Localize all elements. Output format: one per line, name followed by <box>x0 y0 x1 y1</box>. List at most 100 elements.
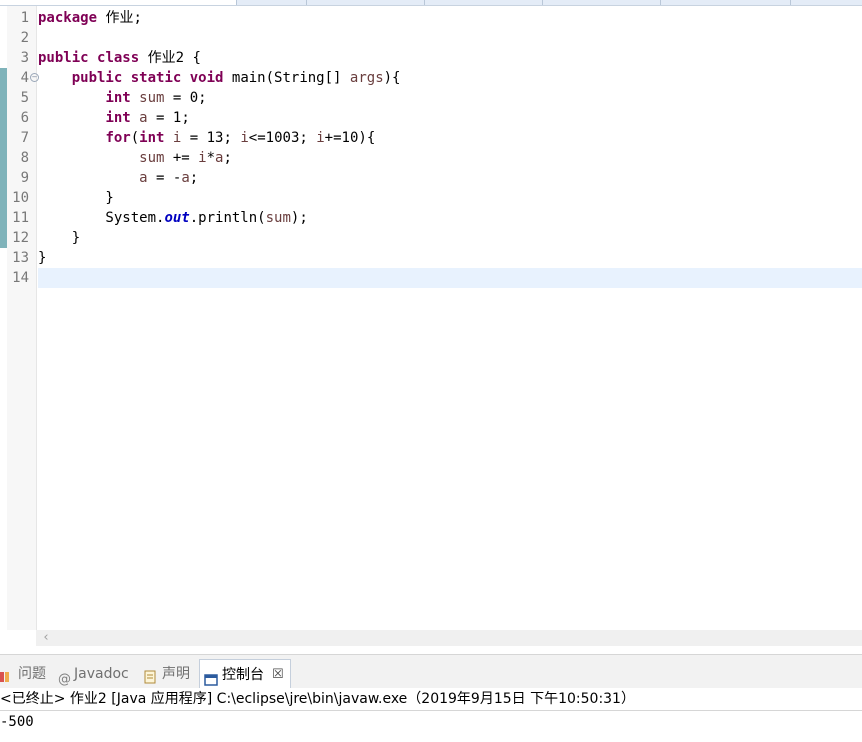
editor-tab[interactable] <box>542 0 661 5</box>
variable-token: sum <box>139 150 165 166</box>
tab-javadoc[interactable]: @ Javadoc <box>58 661 129 687</box>
horizontal-scrollbar[interactable]: ‹ <box>36 630 862 646</box>
code-line[interactable]: } <box>38 188 862 208</box>
code-line[interactable]: public class 作业2 { <box>38 48 862 68</box>
field-token: out <box>164 210 190 226</box>
variable-token: sum <box>139 90 165 106</box>
variable-token: sum <box>265 210 291 226</box>
keyword-token: static <box>130 70 182 86</box>
variable-token: args <box>349 70 384 86</box>
code-line[interactable]: a = -a; <box>38 168 862 188</box>
code-token: ); <box>290 210 308 226</box>
line-number: 5 <box>20 90 29 106</box>
tab-declaration[interactable]: 声明 <box>144 661 190 687</box>
tab-console[interactable]: 控制台 ☒ <box>199 659 291 690</box>
line-number: 1 <box>20 10 29 26</box>
keyword-token: void <box>189 70 224 86</box>
code-line[interactable]: sum += i*a; <box>38 148 862 168</box>
code-token: = 13; <box>181 130 241 146</box>
change-ruler <box>0 6 7 630</box>
editor-tab[interactable] <box>306 0 425 5</box>
tab-label: 控制台 <box>222 667 264 683</box>
tab-label: Javadoc <box>74 666 129 682</box>
editor-tab[interactable] <box>660 0 791 5</box>
code-line[interactable]: public static void main(String[] args){ <box>38 68 862 88</box>
code-token: ){ <box>383 70 401 86</box>
code-line[interactable]: } <box>38 228 862 248</box>
code-token: += <box>164 150 199 166</box>
variable-token: i <box>316 130 325 146</box>
keyword-token: for <box>105 130 131 146</box>
line-number-gutter: − 1 2 3 4 5 6 7 8 9 10 11 12 13 14 <box>7 6 39 630</box>
editor-tab[interactable] <box>424 0 543 5</box>
code-line[interactable]: for(int i = 13; i<=1003; i+=10){ <box>38 128 862 148</box>
keyword-token: int <box>105 90 131 106</box>
code-token: .println( <box>189 210 266 226</box>
code-token: System. <box>38 210 165 226</box>
code-line[interactable]: System.out.println(sum); <box>38 208 862 228</box>
view-tab-bar: 问题 @ Javadoc 声明 控制台 ☒ <box>0 654 862 690</box>
eclipse-window: − 1234567891011121314 package 作业;​public… <box>0 0 862 742</box>
code-token: +=10){ <box>324 130 376 146</box>
line-number: 3 <box>20 50 29 66</box>
line-number: 10 <box>12 190 29 206</box>
console-process-title: <已终止> 作业2 [Java 应用程序] C:\eclipse\jre\bin… <box>0 688 862 711</box>
line-number: 12 <box>12 230 29 246</box>
line-number: 8 <box>20 150 29 166</box>
source-code[interactable]: package 作业;​public class 作业2 { public st… <box>38 8 862 288</box>
line-number: 13 <box>12 250 29 266</box>
declaration-icon <box>144 667 158 684</box>
code-line[interactable]: } <box>38 248 862 268</box>
tab-problems[interactable]: 问题 <box>0 661 46 687</box>
line-number: 6 <box>20 110 29 126</box>
code-token: } <box>38 230 81 246</box>
code-token: ; <box>223 150 232 166</box>
console-output[interactable]: -500 <box>0 711 862 742</box>
code-token: 作业2 { <box>139 50 201 66</box>
keyword-token: class <box>97 50 140 66</box>
variable-token: i <box>198 150 207 166</box>
close-icon[interactable]: ☒ <box>272 660 284 690</box>
problems-icon <box>0 667 14 682</box>
code-line[interactable]: int sum = 0; <box>38 88 862 108</box>
console-icon <box>204 668 218 686</box>
code-token: main(String[] <box>223 70 350 86</box>
keyword-token: package <box>38 10 98 26</box>
code-editor[interactable]: − 1234567891011121314 package 作业;​public… <box>0 6 862 630</box>
code-token: <=1003; <box>248 130 317 146</box>
editor-tab[interactable] <box>790 0 862 5</box>
code-token: = 0; <box>164 90 207 106</box>
keyword-token: public <box>71 70 123 86</box>
variable-token: a <box>139 170 148 186</box>
scroll-left-icon[interactable]: ‹ <box>40 630 52 646</box>
current-code-line[interactable]: ​ <box>38 268 862 288</box>
at-icon: @ <box>58 672 71 687</box>
code-token: } <box>38 250 47 266</box>
editor-tab[interactable] <box>236 0 307 5</box>
line-number: 11 <box>12 210 29 226</box>
code-token: } <box>38 190 114 206</box>
code-line[interactable]: ​ <box>38 28 862 48</box>
code-line[interactable]: package 作业; <box>38 8 862 28</box>
variable-token: a <box>139 110 148 126</box>
line-number: 4 <box>20 70 29 86</box>
keyword-token: int <box>105 110 131 126</box>
line-number: 9 <box>20 170 29 186</box>
line-number: 14 <box>12 270 29 286</box>
variable-token: i <box>240 130 249 146</box>
line-number: 7 <box>20 130 29 146</box>
keyword-token: int <box>139 130 165 146</box>
code-line[interactable]: int a = 1; <box>38 108 862 128</box>
variable-token: a <box>181 170 190 186</box>
tab-label: 声明 <box>162 666 190 682</box>
